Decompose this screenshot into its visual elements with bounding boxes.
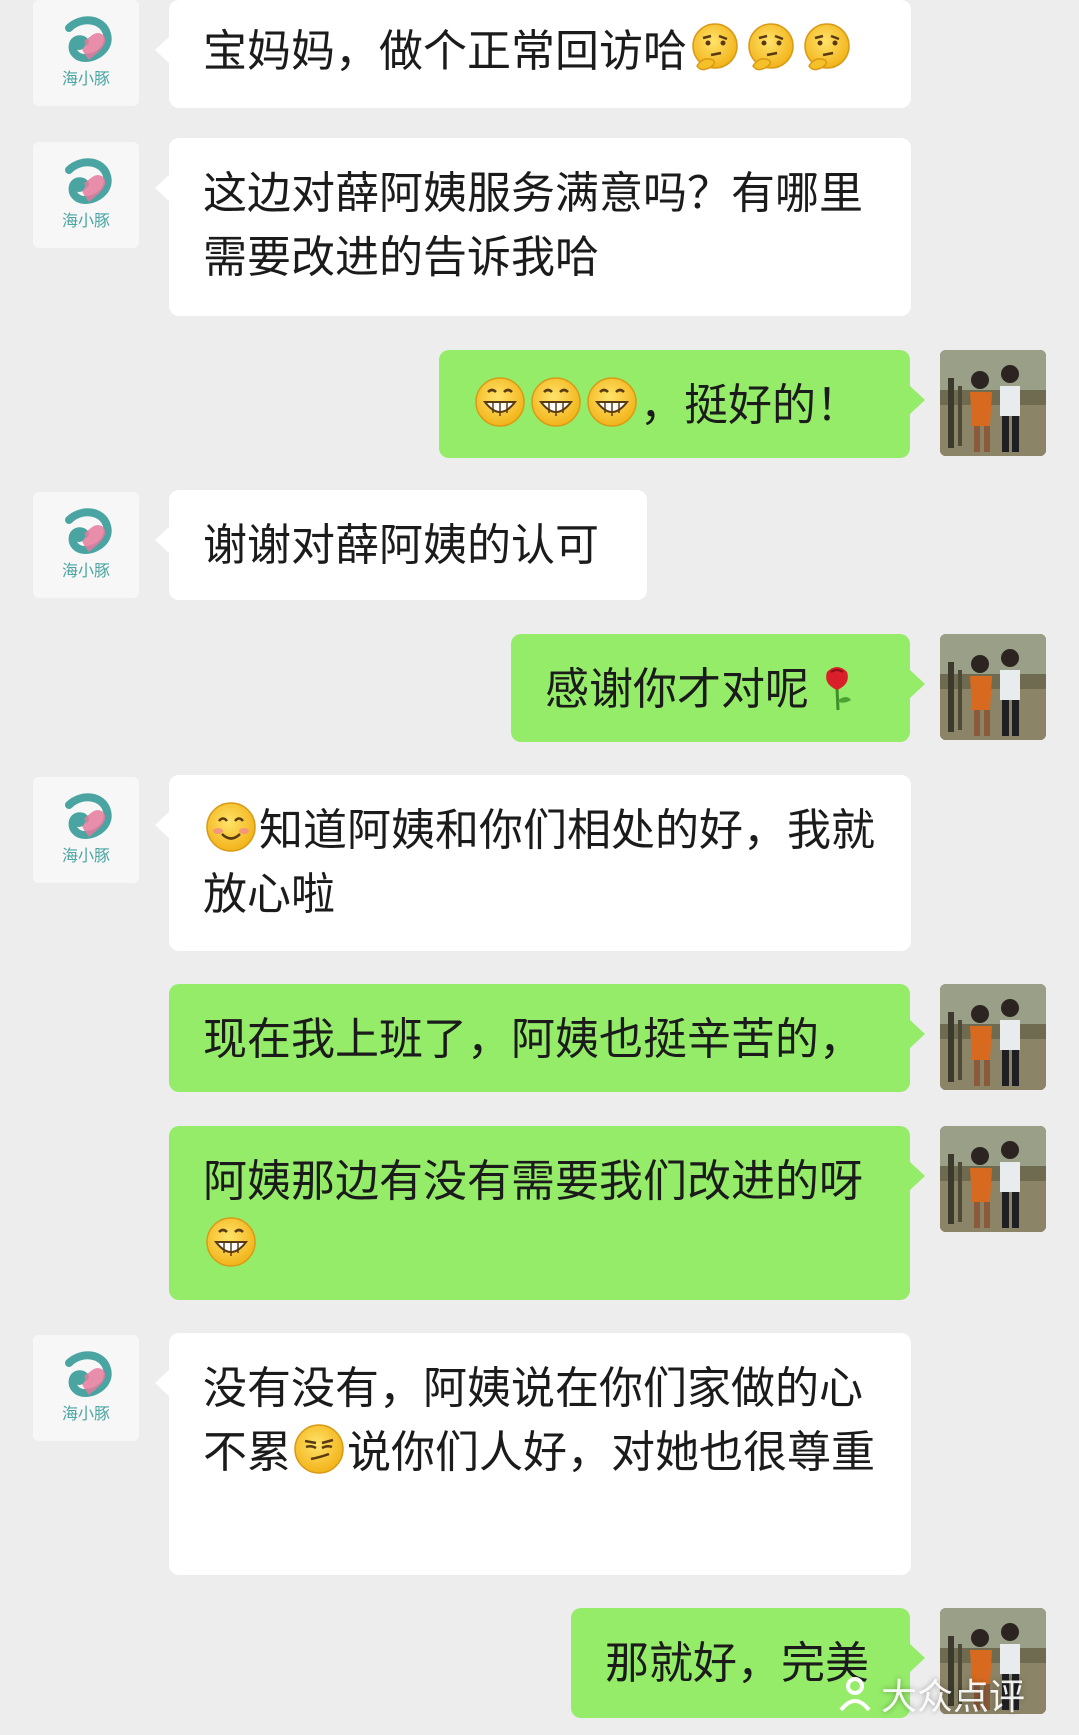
- message-text: 谢谢对薛阿姨的认可: [203, 520, 599, 571]
- smirk-emoji-icon: [293, 1423, 345, 1475]
- message-text: ，挺好的！: [640, 380, 860, 431]
- message-text: 说你们人好，对她也很尊重: [347, 1427, 875, 1478]
- brand-avatar[interactable]: [33, 0, 139, 106]
- message-text: 这边对薛阿姨服务满意吗？有哪里需要改进的告诉我哈: [203, 168, 863, 283]
- brand-avatar[interactable]: [33, 777, 139, 883]
- message-text: 感谢你才对呢: [545, 664, 809, 715]
- message-bubble[interactable]: 知道阿姨和你们相处的好，我就放心啦: [155, 775, 911, 951]
- message-text: 那就好，完美: [605, 1638, 869, 1689]
- user-avatar[interactable]: [940, 634, 1046, 740]
- couple-photo-icon: [940, 1126, 1046, 1232]
- user-avatar[interactable]: [940, 984, 1046, 1090]
- brand-avatar[interactable]: [33, 492, 139, 598]
- message-text: 阿姨那边有没有需要我们改进的呀: [203, 1156, 863, 1207]
- grin-emoji-icon: [586, 376, 638, 428]
- couple-photo-icon: [940, 984, 1046, 1090]
- message-bubble[interactable]: 没有没有，阿姨说在你们家做的心不累 说你们人好，对她也很尊重: [155, 1333, 911, 1575]
- thinking-emoji-icon: [801, 22, 853, 74]
- grin-emoji-icon: [205, 1216, 257, 1268]
- dolphin-logo-icon: [33, 777, 139, 883]
- message-bubble[interactable]: 这边对薛阿姨服务满意吗？有哪里需要改进的告诉我哈: [155, 138, 911, 316]
- grin-emoji-icon: [474, 376, 526, 428]
- message-text: 宝妈妈，做个正常回访哈: [203, 26, 687, 77]
- brand-avatar[interactable]: [33, 1335, 139, 1441]
- dolphin-logo-icon: [33, 492, 139, 598]
- message-text: 知道阿姨和你们相处的好，我就放心啦: [203, 805, 875, 920]
- watermark-text: 大众点评: [881, 1677, 1026, 1718]
- user-avatar[interactable]: [940, 1126, 1046, 1232]
- message-bubble[interactable]: ，挺好的！: [439, 350, 925, 458]
- message-bubble[interactable]: 现在我上班了，阿姨也挺辛苦的，: [169, 984, 925, 1092]
- dolphin-logo-icon: [33, 1335, 139, 1441]
- couple-photo-icon: [940, 350, 1046, 456]
- couple-photo-icon: [940, 634, 1046, 740]
- rose-emoji-icon: [811, 660, 863, 712]
- message-bubble[interactable]: 感谢你才对呢: [511, 634, 925, 742]
- user-avatar[interactable]: [940, 350, 1046, 456]
- message-bubble[interactable]: 宝妈妈，做个正常回访哈: [155, 0, 911, 108]
- dianping-logo-icon: [839, 1677, 871, 1712]
- dolphin-logo-icon: [33, 142, 139, 248]
- smile-emoji-icon: [205, 801, 257, 853]
- chat-area[interactable]: 宝妈妈，做个正常回访哈 这边对薛阿姨服务满意吗？有哪里需要改进的告诉我哈 ，挺好…: [0, 0, 1079, 1735]
- brand-avatar[interactable]: [33, 142, 139, 248]
- dolphin-logo-icon: [33, 0, 139, 106]
- thinking-emoji-icon: [745, 22, 797, 74]
- thinking-emoji-icon: [689, 22, 741, 74]
- message-text: 现在我上班了，阿姨也挺辛苦的，: [203, 1014, 863, 1065]
- message-bubble[interactable]: 阿姨那边有没有需要我们改进的呀: [169, 1126, 925, 1300]
- watermark: 大众点评: [835, 1668, 1025, 1720]
- grin-emoji-icon: [530, 376, 582, 428]
- message-bubble[interactable]: 谢谢对薛阿姨的认可: [155, 490, 647, 600]
